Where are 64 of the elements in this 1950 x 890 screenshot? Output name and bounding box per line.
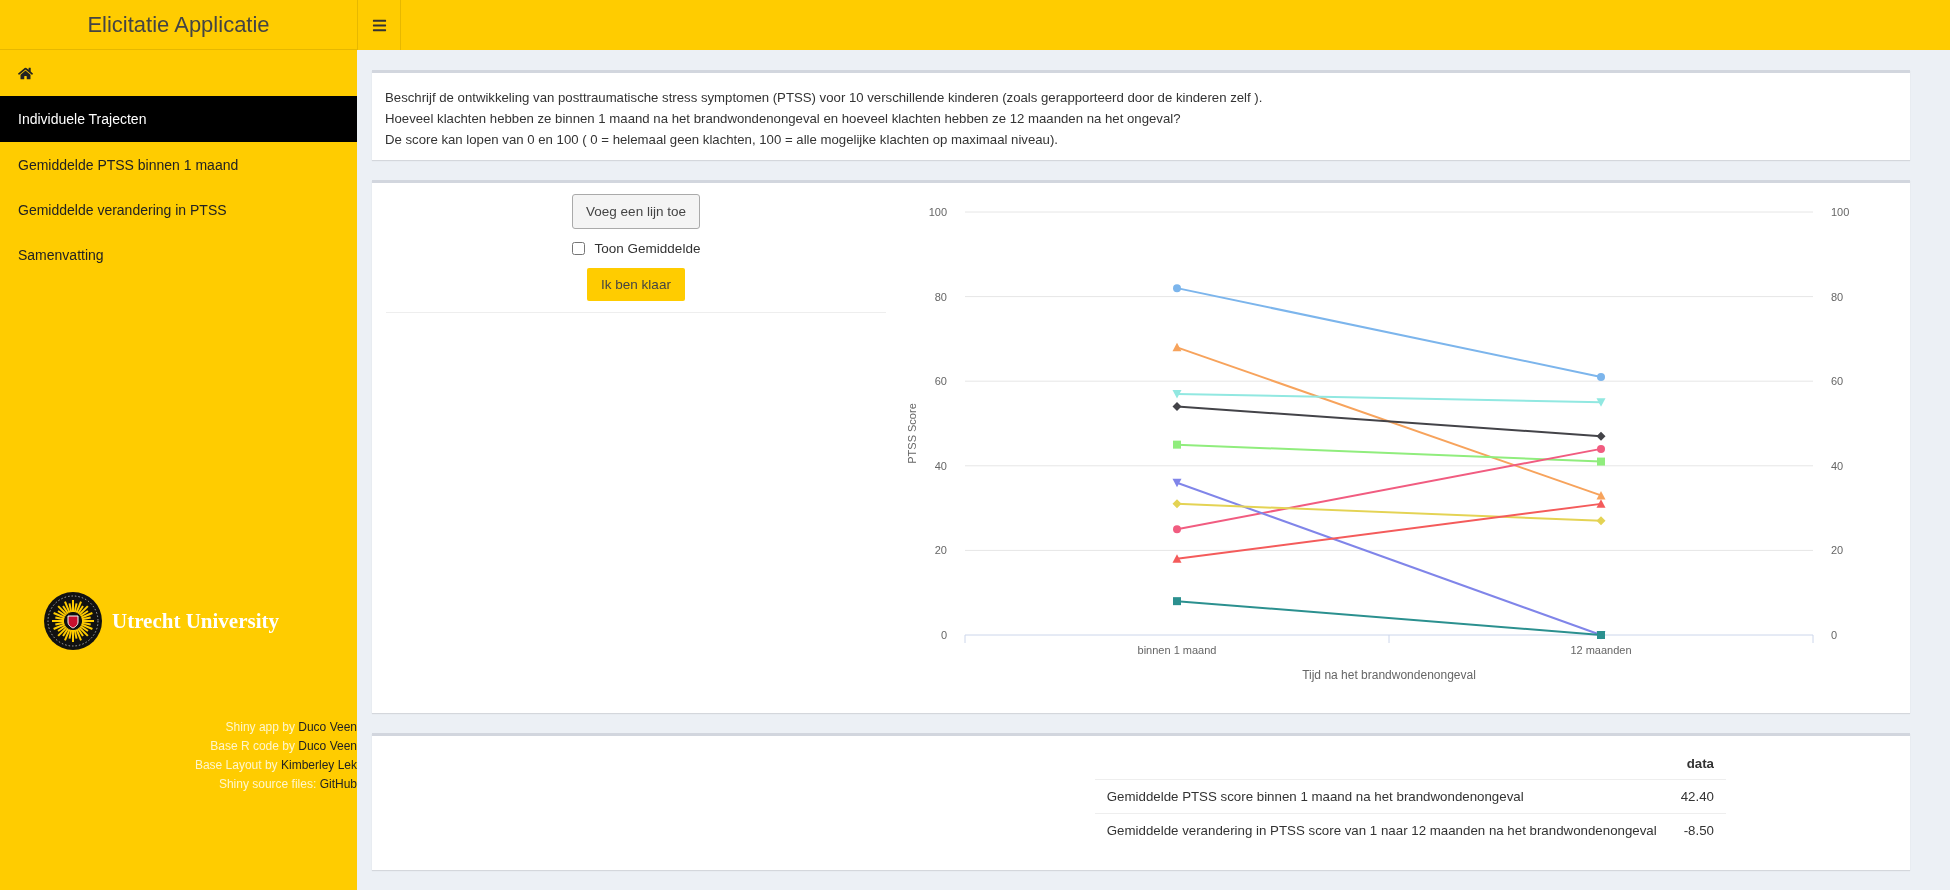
diamond-marker: [1172, 402, 1182, 412]
sidebar-item[interactable]: Gemiddelde verandering in PTSS: [0, 187, 357, 232]
table-cell: Gemiddelde verandering in PTSS score van 1 naar 12 maanden na het brandwondenongeval: [1094, 813, 1669, 847]
circle-marker: [1173, 284, 1181, 293]
sidebar-item[interactable]: Gemiddelde PTSS binnen 1 maand: [0, 142, 357, 187]
show-mean-checkbox[interactable]: [571, 242, 585, 255]
checkbox-label: Toon Gemiddelde: [594, 241, 701, 256]
diamond-marker: [1596, 431, 1606, 441]
x-axis-title: Tijd na het brandwondenongeval: [1302, 668, 1476, 682]
triangle-marker: [1172, 478, 1182, 488]
axis-category-label: binnen 1 maand: [1137, 644, 1217, 656]
axis-tick-label: 0: [1831, 629, 1838, 641]
column-header: data: [1668, 750, 1726, 780]
credit-link[interactable]: Kimberley Lek: [280, 758, 357, 772]
axis-tick-label: 0: [940, 629, 947, 641]
axis-category-label: 12 maanden: [1570, 644, 1632, 656]
table-cell: -8.50: [1668, 813, 1726, 847]
credit-label: Shiny app by: [225, 720, 296, 734]
triangle-marker: [1596, 398, 1606, 407]
table-cell: Gemiddelde PTSS score binnen 1 maand na het brandwondenongeval: [1094, 779, 1669, 814]
sidebar-item[interactable]: Samenvatting: [0, 232, 357, 277]
axis-tick-label: 60: [1831, 375, 1844, 388]
university-name: Utrecht University: [112, 608, 279, 634]
triangle-marker: [1596, 490, 1606, 500]
home-icon: [18, 65, 33, 81]
triangle-marker: [1172, 342, 1182, 352]
intro-text: Hoeveel klachten hebben ze binnen 1 maand na het brandwondenongeval en hoeveel klachten hebben ze 12 maanden na het ongeval?: [385, 110, 1182, 128]
triangle-marker: [1596, 499, 1606, 508]
done-button[interactable]: Ik ben klaar: [587, 268, 685, 301]
triangle-marker: [1172, 389, 1182, 399]
square-marker: [1597, 457, 1605, 466]
seal-logo-icon: [44, 592, 102, 650]
axis-tick-label: 100: [928, 206, 947, 218]
square-marker: [1173, 597, 1181, 606]
square-marker: [1173, 440, 1181, 449]
axis-tick-label: 20: [1831, 544, 1844, 557]
intro-text: Beschrijf de ontwikkeling van posttraumatische stress symptomen (PTSS) voor 10 verschillende kinderen (zoals gerapporteerd door de kinderen zelf ).: [385, 89, 1264, 107]
diamond-marker: [1596, 516, 1606, 526]
axis-tick-label: 40: [934, 459, 947, 472]
menu-toggle[interactable]: [357, 0, 401, 50]
axis-tick-label: 80: [934, 290, 947, 303]
table-cell: 42.40: [1668, 779, 1726, 814]
diamond-marker: [1172, 499, 1182, 509]
axis-tick-label: 80: [1831, 290, 1844, 303]
add-line-button[interactable]: Voeg een lijn toe: [572, 194, 700, 229]
credit-link[interactable]: Duco Veen: [298, 739, 357, 753]
circle-marker: [1597, 372, 1605, 381]
y-axis-title: PTSS Score: [906, 403, 918, 464]
credit-label: Base Layout by: [194, 758, 279, 772]
axis-tick-label: 100: [1831, 206, 1850, 218]
sidebar-item[interactable]: Individuele Trajecten: [0, 96, 357, 142]
axis-tick-label: 60: [934, 375, 947, 388]
intro-text: De score kan lopen van 0 en 100 ( 0 = helemaal geen klachten, 100 = alle mogelijke klachten op maximaal niveau).: [385, 131, 1059, 149]
credit-link[interactable]: Duco Veen: [298, 720, 357, 734]
circle-marker: [1173, 525, 1181, 534]
triangle-marker: [1172, 554, 1182, 563]
axis-tick-label: 40: [1831, 459, 1844, 472]
square-marker: [1597, 631, 1605, 639]
axis-tick-label: 20: [934, 544, 947, 557]
credit-link[interactable]: GitHub: [319, 777, 357, 791]
credit-label: Shiny source files:: [218, 777, 318, 791]
credit-label: Base R code by: [210, 739, 296, 753]
circle-marker: [1597, 444, 1605, 453]
menu-icon: [371, 17, 387, 33]
